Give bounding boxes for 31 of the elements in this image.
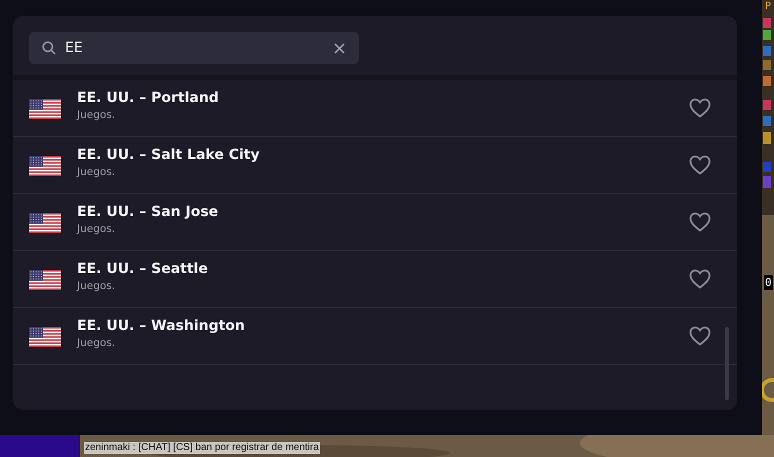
chat-message: zeninmaki : [CHAT] [CS] ban por registrar de mentira — [84, 442, 320, 454]
search-icon — [42, 41, 56, 55]
scrollbar-thumb[interactable] — [725, 327, 729, 400]
flag-icon — [29, 213, 61, 233]
heart-icon[interactable] — [689, 155, 711, 175]
server-name: EE. UU. – Washington — [77, 318, 246, 334]
search-field[interactable]: EE — [65, 40, 325, 56]
server-row[interactable]: EE. UU. – San Jose Juegos. — [13, 194, 737, 251]
search-bar[interactable]: EE — [29, 32, 359, 64]
server-row[interactable]: EE. UU. – Salt Lake City Juegos. — [13, 137, 737, 194]
server-category: Juegos. — [77, 336, 116, 348]
heart-icon[interactable] — [689, 269, 711, 289]
flag-icon — [29, 156, 61, 176]
server-row[interactable]: EE. UU. – Portland Juegos. — [13, 80, 737, 137]
server-name: EE. UU. – Salt Lake City — [77, 146, 261, 162]
heart-icon[interactable] — [689, 212, 711, 232]
close-icon[interactable] — [334, 42, 345, 54]
server-category: Juegos. — [77, 166, 116, 178]
heart-icon[interactable] — [689, 98, 711, 118]
server-name: EE. UU. – Seattle — [77, 260, 209, 276]
flag-icon — [29, 99, 61, 119]
server-row[interactable]: EE. UU. – Washington Juegos. — [13, 308, 737, 365]
server-row[interactable]: EE. UU. – Seattle Juegos. — [13, 251, 737, 308]
flag-icon — [29, 327, 61, 347]
flag-icon — [29, 270, 61, 290]
server-category: Juegos. — [77, 108, 116, 120]
server-category: Juegos. — [77, 280, 116, 292]
server-name: EE. UU. – San Jose — [77, 204, 220, 220]
server-category: Juegos. — [77, 222, 116, 234]
heart-icon[interactable] — [689, 326, 711, 346]
server-name: EE. UU. – Portland — [77, 90, 220, 106]
